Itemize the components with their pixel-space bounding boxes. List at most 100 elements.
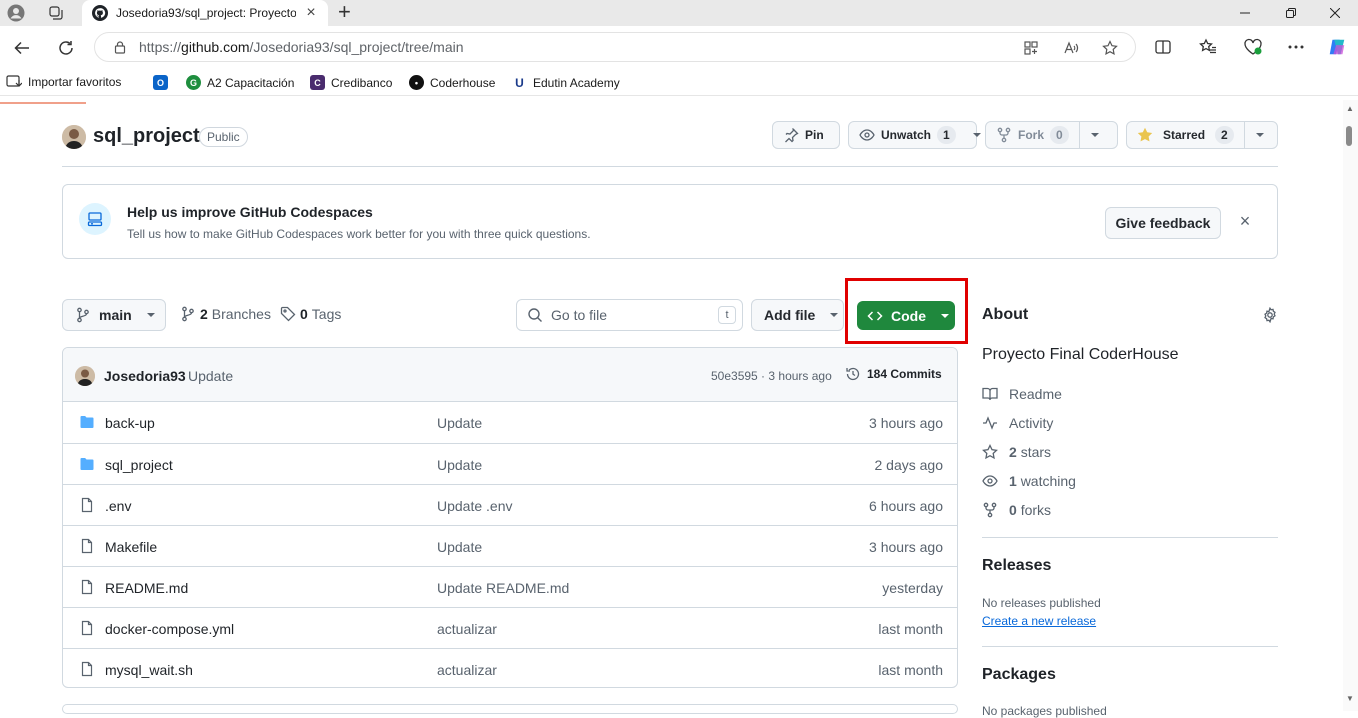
file-name[interactable]: back-up [105,415,155,431]
url-field[interactable]: https://github.com/Josedoria93/sql_proje… [94,32,1136,62]
repo-description: Proyecto Final CoderHouse [982,346,1179,363]
refresh-icon[interactable] [54,36,78,60]
close-icon[interactable]: × [1237,212,1253,230]
star-counter: 2 [1215,126,1234,144]
browser-tab-active[interactable]: Josedoria93/sql_project: Proyecto × [82,0,328,26]
file-row[interactable]: back-up Update 3 hours ago [63,402,957,443]
restore-icon[interactable] [1268,0,1314,26]
starred-button[interactable]: Starred 2 [1126,121,1278,149]
scroll-down-icon[interactable]: ▼ [1344,694,1356,706]
file-name[interactable]: sql_project [105,457,173,473]
search-icon [528,308,542,322]
packages-heading[interactable]: Packages [982,666,1056,684]
folder-icon [79,456,95,472]
file-commit-message[interactable]: Update [437,539,482,555]
minimize-icon[interactable] [1222,0,1268,26]
browser-address-bar: https://github.com/Josedoria93/sql_proje… [0,26,1358,70]
releases-heading[interactable]: Releases [982,557,1051,575]
activity-link[interactable]: Activity [982,415,1053,431]
file-name[interactable]: README.md [105,580,188,596]
add-file-button[interactable]: Add file [751,299,844,331]
tags-link[interactable]: 0 Tags [280,306,341,322]
fork-icon [983,502,997,518]
branches-link[interactable]: 2 Branches [180,306,271,322]
favorites-icon[interactable] [1198,37,1218,57]
edutin-icon: U [512,75,527,90]
branch-icon [77,307,89,323]
caret-down-icon [1090,133,1099,137]
read-aloud-icon[interactable] [1063,40,1079,56]
scrollbar-thumb[interactable] [1346,126,1352,146]
new-tab-icon[interactable]: + [338,1,351,23]
star-filled-icon [1137,127,1153,142]
browser-essentials-icon[interactable] [1243,37,1263,57]
more-options-icon[interactable] [1286,37,1306,57]
file-row[interactable]: .env Update .env 6 hours ago [63,484,957,525]
fork-button[interactable]: Fork 0 [985,121,1118,149]
owner-avatar[interactable] [62,125,86,149]
file-commit-message[interactable]: Update .env [437,498,513,514]
fork-dropdown[interactable] [1080,122,1110,148]
file-commit-message[interactable]: Update [437,457,482,473]
commit-author-avatar[interactable] [75,366,95,386]
close-window-icon[interactable] [1312,0,1358,26]
commits-link[interactable]: 184 Commits [845,366,942,382]
tab-close-icon[interactable]: × [304,4,318,22]
file-name[interactable]: .env [105,498,131,514]
favorite-a2[interactable]: G A2 Capacitación [186,75,294,90]
file-name[interactable]: mysql_wait.sh [105,662,193,678]
favorite-outlook[interactable]: O [153,75,168,90]
eye-icon [859,129,875,141]
file-name[interactable]: Makefile [105,539,157,555]
file-row[interactable]: Makefile Update 3 hours ago [63,525,957,566]
pulse-icon [983,416,997,430]
favorite-credibanco[interactable]: C Credibanco [310,75,392,90]
give-feedback-button[interactable]: Give feedback [1105,207,1221,239]
pin-button[interactable]: Pin [772,121,840,149]
favorite-coderhouse[interactable]: • Coderhouse [409,75,495,90]
file-name[interactable]: docker-compose.yml [105,621,234,637]
folder-icon [79,414,95,430]
workspaces-icon[interactable] [46,3,66,23]
starred-dropdown[interactable] [1245,122,1275,148]
split-screen-icon[interactable] [1153,37,1173,57]
repo-name[interactable]: sql_project [93,125,200,148]
unwatch-button[interactable]: Unwatch 1 [848,121,981,149]
file-commit-message[interactable]: Update [437,415,482,431]
forks-link[interactable]: 0 forks [982,502,1051,518]
file-row[interactable]: mysql_wait.sh actualizar last month [63,648,957,687]
branch-selector[interactable]: main [62,299,166,331]
caret-down-icon [1255,133,1264,137]
file-commit-message[interactable]: actualizar [437,621,497,637]
commit-message[interactable]: Update [188,368,233,384]
file-icon [79,497,95,513]
readme-link[interactable]: Readme [982,386,1062,402]
file-updated-date: 3 hours ago [869,539,943,555]
gear-icon[interactable] [1262,307,1278,323]
browser-tab-bar: Josedoria93/sql_project: Proyecto × + [0,0,1358,26]
file-commit-message[interactable]: actualizar [437,662,497,678]
go-to-file-input[interactable]: Go to file t [516,299,743,331]
file-row[interactable]: README.md Update README.md yesterday [63,566,957,607]
stars-link[interactable]: 2 stars [982,444,1051,460]
file-row[interactable]: sql_project Update 2 days ago [63,443,957,484]
app-available-icon[interactable] [1023,40,1039,56]
url-text: https://github.com/Josedoria93/sql_proje… [139,39,464,55]
back-arrow-icon[interactable] [10,36,34,60]
file-updated-date: last month [878,621,943,637]
watching-link[interactable]: 1 watching [982,473,1076,489]
favorite-star-icon[interactable] [1102,40,1118,56]
commit-hash-time[interactable]: 50e3595 · 3 hours ago [711,369,832,383]
create-release-link[interactable]: Create a new release [982,614,1096,628]
lock-icon[interactable] [113,40,127,54]
page-scrollbar[interactable] [1343,100,1358,711]
file-icon [79,538,95,554]
profile-icon[interactable] [6,3,26,23]
file-row[interactable]: docker-compose.yml actualizar last month [63,607,957,648]
copilot-icon[interactable] [1327,37,1347,57]
favorite-import[interactable]: Importar favoritos [6,75,121,89]
commit-author[interactable]: Josedoria93 [104,368,186,384]
favorite-edutin[interactable]: U Edutin Academy [512,75,620,90]
file-commit-message[interactable]: Update README.md [437,580,569,596]
scroll-up-icon[interactable]: ▲ [1344,104,1356,116]
